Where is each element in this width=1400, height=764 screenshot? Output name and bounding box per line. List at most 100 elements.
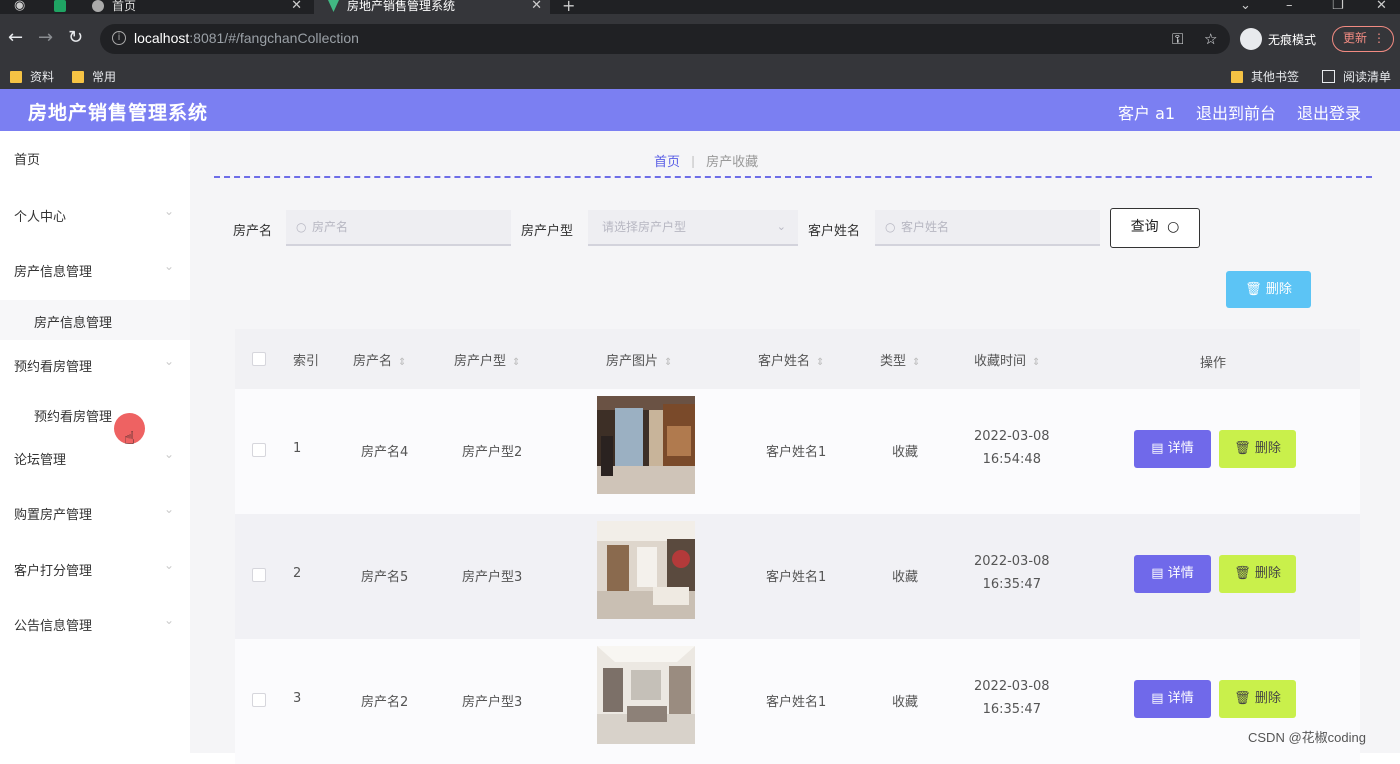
sidebar-item-purchase[interactable]: 购置房产管理 ⌄ [0, 486, 190, 541]
trash-icon: 🗑 [1234, 441, 1251, 456]
chevron-icon: ⌄ [164, 354, 175, 368]
cell-kind: 收藏 [892, 445, 919, 460]
trash-icon: 🗑 [1234, 691, 1251, 706]
sidebar: 首页 个人中心 ⌄ 房产信息管理 ⌄ 房产信息管理 预约看房管理 ⌄ 预约看房管… [0, 131, 190, 753]
select-all-checkbox[interactable] [252, 352, 266, 366]
delete-button[interactable]: 🗑 删除 [1219, 680, 1296, 718]
folder-icon [72, 70, 84, 83]
cell-customer: 客户姓名1 [766, 445, 827, 460]
incognito-indicator[interactable]: 无痕模式 [1240, 28, 1316, 50]
search-icon: ○ [885, 220, 896, 234]
tab-home[interactable]: 首页 ✕ [80, 0, 310, 14]
detail-button[interactable]: ▤ 详情 [1134, 555, 1211, 593]
app-header: 房地产销售管理系统 客户 a1 退出到前台 退出登录 [0, 89, 1400, 131]
col-ops: 操作 [1200, 356, 1227, 371]
property-photo[interactable] [597, 646, 695, 744]
chevron-down-icon[interactable]: ⌄ [1240, 0, 1251, 12]
bookmark-folder-changyong[interactable]: 常用 [72, 68, 116, 85]
close-window-icon[interactable]: ✕ [1376, 0, 1387, 12]
main-content: 首页 ❘ 房产收藏 房产名 ○ 房产名 房产户型 请选择房产户型 ⌄ 客户姓名 … [190, 131, 1400, 764]
bookmarks-bar: 资料 常用 其他书签 阅读清单 [0, 64, 1400, 89]
batch-delete-button[interactable]: 🗑 删除 [1226, 271, 1311, 308]
chevron-icon: ⌄ [164, 613, 175, 627]
cell-index: 1 [293, 441, 302, 456]
back-icon[interactable]: ← [8, 28, 23, 48]
sidebar-item-home[interactable]: 首页 [0, 131, 190, 186]
row-checkbox[interactable] [252, 568, 266, 582]
row-checkbox[interactable] [252, 693, 266, 707]
tab-close-icon[interactable]: ✕ [531, 0, 542, 12]
sidebar-item-forum[interactable]: 论坛管理 ⌄ [0, 431, 190, 486]
minimize-icon[interactable]: – [1286, 0, 1293, 12]
url-host: localhost [134, 30, 190, 46]
cell-index: 3 [293, 691, 302, 706]
bookmark-folder-ziliao[interactable]: 资料 [10, 68, 54, 85]
url-input[interactable]: i localhost:8081/#/fangchanCollection ⚿ … [100, 24, 1230, 54]
chevron-down-icon: ⌄ [776, 220, 786, 233]
col-photo[interactable]: 房产图片 ⇕ [606, 350, 672, 369]
table-row: 2 房产名5 房产户型3 客户姓名1 收藏 2022-03-08 16:35:4… [235, 514, 1360, 639]
cell-kind: 收藏 [892, 570, 919, 585]
user-menu[interactable]: 客户 a1 [1118, 100, 1175, 124]
sort-icon: ⇕ [816, 357, 825, 368]
incognito-icon [1240, 28, 1262, 50]
sidebar-item-notice[interactable]: 公告信息管理 ⌄ [0, 597, 190, 652]
key-icon[interactable]: ⚿ [1172, 30, 1183, 48]
col-kind[interactable]: 类型 ⇕ [880, 350, 920, 369]
vue-icon [328, 0, 339, 12]
col-type[interactable]: 房产户型 ⇕ [454, 350, 520, 369]
restore-icon[interactable]: ❐ [1332, 0, 1344, 12]
property-photo[interactable] [597, 396, 695, 494]
cell-time: 2022-03-08 16:35:47 [974, 679, 1050, 717]
property-photo[interactable] [597, 521, 695, 619]
sort-icon: ⇕ [912, 357, 921, 368]
delete-button[interactable]: 🗑 删除 [1219, 555, 1296, 593]
reading-list[interactable]: 阅读清单 [1322, 68, 1391, 85]
sheets-app-icon[interactable] [54, 0, 66, 12]
chevron-icon: ⌄ [164, 447, 175, 461]
delete-button[interactable]: 🗑 删除 [1219, 430, 1296, 468]
new-tab-icon[interactable]: + [562, 0, 575, 14]
breadcrumb-home[interactable]: 首页 [654, 151, 680, 170]
sidebar-item-rating[interactable]: 客户打分管理 ⌄ [0, 542, 190, 597]
col-index: 索引 [293, 354, 320, 369]
address-bar-area: ← → ↻ i localhost:8081/#/fangchanCollect… [0, 14, 1400, 64]
detail-button[interactable]: ▤ 详情 [1134, 680, 1211, 718]
col-name[interactable]: 房产名 ⇕ [353, 350, 406, 369]
name-search-input[interactable]: ○ 房产名 [286, 210, 511, 246]
sort-icon: ⇕ [512, 357, 521, 368]
info-icon[interactable]: i [112, 31, 126, 45]
watermark: CSDN @花椒coding [1248, 730, 1366, 745]
update-button[interactable]: 更新 ⋮ [1332, 26, 1394, 52]
hand-cursor-icon: ☝ [124, 428, 135, 449]
detail-button[interactable]: ▤ 详情 [1134, 430, 1211, 468]
col-time[interactable]: 收藏时间 ⇕ [974, 350, 1040, 369]
trash-icon: 🗑 [1245, 282, 1262, 297]
query-button[interactable]: 查询 ○ [1110, 208, 1200, 248]
type-select[interactable]: 请选择房产户型 ⌄ [588, 210, 798, 246]
sidebar-item-profile[interactable]: 个人中心 ⌄ [0, 188, 190, 243]
chrome-menu-icon[interactable]: ◉ [14, 0, 25, 12]
sort-icon: ⇕ [1032, 357, 1041, 368]
tab-close-icon[interactable]: ✕ [291, 0, 302, 12]
forward-icon[interactable]: → [38, 28, 53, 48]
row-checkbox[interactable] [252, 443, 266, 457]
cell-time: 2022-03-08 16:54:48 [974, 429, 1050, 467]
reload-icon[interactable]: ↻ [68, 28, 83, 48]
to-front-link[interactable]: 退出到前台 [1196, 100, 1276, 124]
sidebar-subitem-property-info[interactable]: 房产信息管理 [0, 300, 190, 340]
star-icon[interactable]: ☆ [1204, 30, 1217, 48]
customer-search-input[interactable]: ○ 客户姓名 [875, 210, 1100, 246]
sidebar-subitem-viewing[interactable]: 预约看房管理 [0, 394, 190, 434]
sidebar-item-viewing[interactable]: 预约看房管理 ⌄ [0, 338, 190, 393]
logout-link[interactable]: 退出登录 [1297, 100, 1361, 124]
document-icon: ▤ [1151, 691, 1164, 706]
col-customer[interactable]: 客户姓名 ⇕ [758, 350, 824, 369]
sidebar-item-property-info[interactable]: 房产信息管理 ⌄ [0, 243, 190, 298]
reading-list-icon [1322, 70, 1335, 83]
sort-icon: ⇕ [664, 357, 673, 368]
cell-index: 2 [293, 566, 302, 581]
tab-app[interactable]: 房地产销售管理系统 ✕ [314, 0, 550, 14]
bookmark-other[interactable]: 其他书签 [1231, 68, 1299, 85]
trash-icon: 🗑 [1234, 566, 1251, 581]
